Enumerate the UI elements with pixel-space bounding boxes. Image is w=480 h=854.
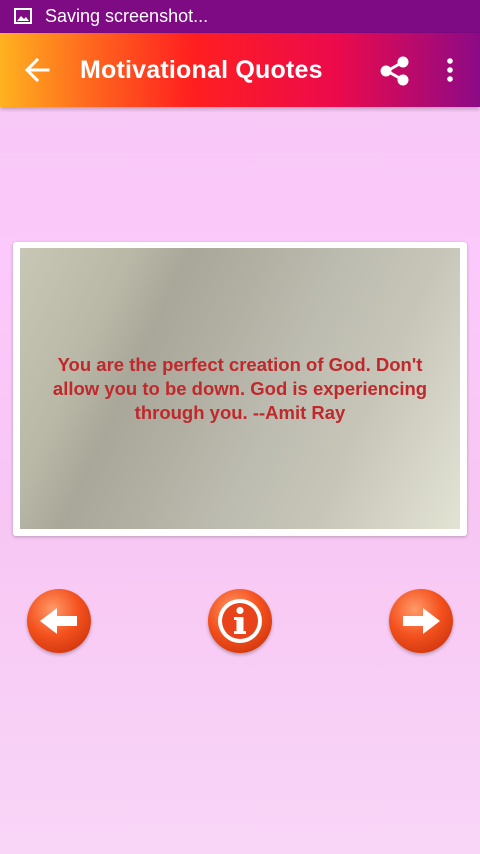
previous-button[interactable] xyxy=(27,589,91,653)
share-icon[interactable] xyxy=(378,55,412,87)
more-vert-icon[interactable] xyxy=(442,55,458,87)
page-title: Motivational Quotes xyxy=(80,56,323,84)
quote-image: You are the perfect creation of God. Don… xyxy=(20,248,460,529)
arrow-back-icon[interactable] xyxy=(22,55,52,85)
app-bar: Motivational Quotes xyxy=(0,33,480,107)
info-button[interactable] xyxy=(208,589,272,653)
image-icon xyxy=(14,8,32,24)
status-bar: Saving screenshot... xyxy=(0,0,480,33)
info-icon xyxy=(218,599,262,643)
arrow-left-icon xyxy=(40,608,77,634)
arrow-right-icon xyxy=(403,608,440,634)
status-text: Saving screenshot... xyxy=(45,6,209,26)
next-button[interactable] xyxy=(389,589,453,653)
quote-card: You are the perfect creation of God. Don… xyxy=(13,242,467,536)
quote-text: You are the perfect creation of God. Don… xyxy=(52,353,428,423)
